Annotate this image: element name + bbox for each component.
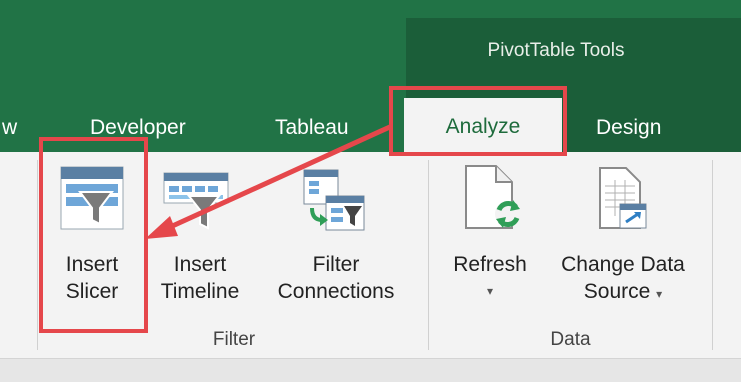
annotation-arrow [145,123,394,239]
